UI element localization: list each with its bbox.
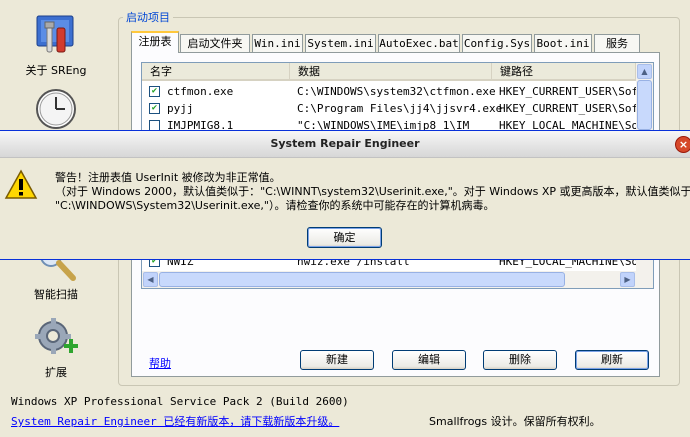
tab-system-ini[interactable]: System.ini	[305, 34, 376, 52]
ok-button[interactable]: 确定	[307, 227, 382, 248]
dialog-title: System Repair Engineer	[270, 137, 420, 150]
puzzle-add-icon	[35, 318, 78, 354]
sidebar-item-about[interactable]: 关于 SREng	[20, 10, 92, 78]
column-header-path[interactable]: 键路径	[492, 63, 636, 81]
row-checkbox[interactable]: ✔	[149, 103, 160, 114]
scroll-left-icon[interactable]: ◀	[143, 272, 158, 287]
horizontal-scroll-thumb[interactable]	[159, 272, 565, 287]
tab-config-sys[interactable]: Config.Sys	[462, 34, 532, 52]
tab-startup-folder[interactable]: 启动文件夹	[180, 34, 250, 52]
row-checkbox[interactable]: ✔	[149, 86, 160, 97]
new-button[interactable]: 新建	[300, 350, 374, 370]
table-row[interactable]: ✔ pyjj C:\Program Files\jj4\jjsvr4.exe H…	[142, 101, 645, 117]
sidebar-item-label: 智能扫描	[34, 288, 78, 301]
close-icon[interactable]: ×	[675, 136, 690, 153]
row-name: pyjj	[167, 102, 194, 115]
tab-boot-ini[interactable]: Boot.ini	[534, 34, 592, 52]
delete-button[interactable]: 删除	[483, 350, 557, 370]
row-path: HKEY_CURRENT_USER\Soft	[499, 102, 645, 115]
table-row[interactable]: ✔ ctfmon.exe C:\WINDOWS\system32\ctfmon.…	[142, 84, 645, 100]
edit-button[interactable]: 编辑	[392, 350, 466, 370]
row-data: C:\WINDOWS\system32\ctfmon.exe	[297, 85, 496, 98]
sidebar-item-extensions[interactable]: 扩展	[20, 314, 92, 380]
toolbox-icon	[36, 15, 74, 53]
warning-dialog: System Repair Engineer × 警告！注册表值 UserIni…	[0, 130, 690, 259]
copyright: Smallfrogs 设计。保留所有权利。	[429, 415, 601, 428]
horizontal-scrollbar[interactable]: ◀ ▶	[142, 271, 636, 288]
update-link[interactable]: System Repair Engineer 已经有新版本，请下载新版本升级。	[11, 413, 339, 429]
tab-services[interactable]: 服务	[594, 34, 640, 52]
refresh-button[interactable]: 刷新	[575, 350, 649, 370]
sidebar-item-label: 扩展	[45, 366, 67, 379]
clock-icon	[36, 89, 76, 129]
sidebar-item-clock[interactable]	[20, 86, 92, 132]
row-data: C:\Program Files\jj4\jjsvr4.exe	[297, 102, 503, 115]
column-header-data[interactable]: 数据	[290, 63, 492, 81]
warning-icon	[4, 169, 38, 199]
column-header-name[interactable]: 名字	[142, 63, 290, 81]
dialog-titlebar[interactable]: System Repair Engineer ×	[0, 131, 690, 158]
os-info: Windows XP Professional Service Pack 2 (…	[11, 395, 349, 408]
tab-registry[interactable]: 注册表	[131, 31, 179, 53]
help-link[interactable]: 帮助	[149, 355, 171, 371]
tab-win-ini[interactable]: Win.ini	[252, 34, 303, 52]
scroll-right-icon[interactable]: ▶	[620, 272, 635, 287]
group-title: 启动项目	[123, 9, 173, 25]
row-path: HKEY_CURRENT_USER\Soft	[499, 85, 645, 98]
vertical-scroll-thumb[interactable]	[637, 80, 652, 130]
sidebar-item-label: 关于 SREng	[25, 64, 87, 77]
dialog-message-line3: "C:\WINDOWS\System32\Userinit.exe,"）。请检查…	[55, 199, 495, 212]
row-name: ctfmon.exe	[167, 85, 234, 98]
scroll-up-icon[interactable]: ▲	[637, 64, 652, 79]
tab-autoexec-bat[interactable]: AutoExec.bat	[378, 34, 460, 52]
